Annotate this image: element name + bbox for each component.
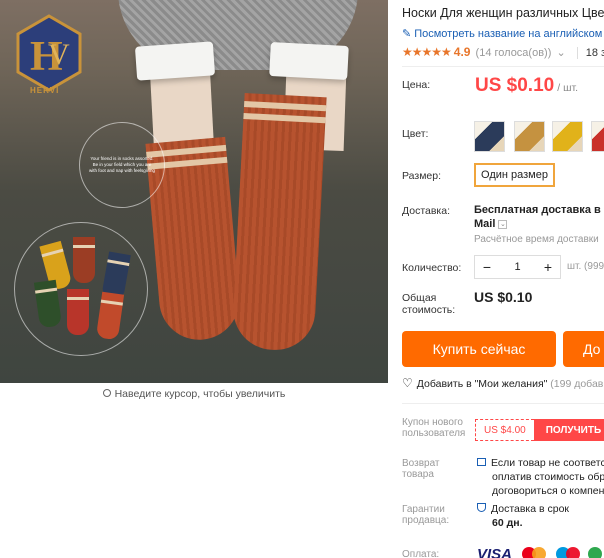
- color-swatch-red[interactable]: [591, 121, 604, 152]
- translate-link[interactable]: ✎ Посмотреть название на английском: [402, 27, 602, 40]
- color-swatch-yellow[interactable]: [552, 121, 583, 152]
- rating-stars-icon: ★★★★★: [402, 45, 452, 59]
- coupon-amount: US $4.00: [475, 419, 534, 441]
- maestro-icon: [556, 547, 580, 558]
- product-main-image[interactable]: Your friend is in socks assorted. Be in …: [0, 0, 388, 383]
- quantity-input[interactable]: 1: [499, 261, 536, 273]
- visa-logo: VISA: [477, 546, 513, 558]
- quantity-minus-button[interactable]: −: [475, 259, 499, 275]
- delivery-estimate: Расчётное время доставки: [474, 234, 599, 245]
- size-label: Размер:: [402, 170, 442, 182]
- svg-text:V: V: [48, 38, 70, 71]
- mastercard-icon: [522, 547, 546, 558]
- translate-icon: ✎: [402, 28, 412, 40]
- returns-text: Если товар не соответс оплатив стоимость…: [477, 456, 604, 498]
- cuff-right: [269, 41, 349, 81]
- product-title: Носки Для женщин различных Цве: [402, 6, 604, 20]
- quantity-stepper[interactable]: − 1 +: [474, 255, 561, 279]
- price-value: US $0.10/ шт.: [475, 75, 579, 96]
- color-swatch-mustard[interactable]: [514, 121, 545, 152]
- payment-label: Оплата:: [402, 549, 440, 558]
- rating-row: ★★★★★ 4.9 (14 голоса(ов)) ⌄ 18 з: [402, 45, 604, 59]
- returns-icon: [477, 458, 486, 466]
- size-option-selected[interactable]: Один размер: [474, 163, 555, 187]
- shipping-method: Бесплатная доставка в R: [474, 204, 604, 216]
- orders-count: 18 з: [576, 47, 604, 59]
- wishlist-link[interactable]: ♡ Добавить в "Мои желания" (199 добав: [402, 376, 603, 390]
- add-to-cart-button[interactable]: До: [563, 331, 604, 367]
- chevron-down-icon[interactable]: ⌄: [498, 219, 508, 229]
- coupon-get-button[interactable]: ПОЛУЧИТЬ: [533, 419, 604, 441]
- quantity-plus-button[interactable]: +: [536, 259, 560, 275]
- divider: [402, 66, 604, 67]
- total-value: US $0.10: [474, 289, 533, 305]
- shipping-label: Доставка:: [402, 205, 451, 217]
- rating-score: 4.9: [453, 45, 471, 59]
- cuff-left: [134, 41, 216, 81]
- sock-right: [231, 93, 327, 352]
- quantity-label: Количество:: [402, 262, 462, 274]
- payment-method-icon: [588, 547, 604, 558]
- rating-votes[interactable]: (14 голоса(ов)): [476, 47, 552, 59]
- shield-icon: [477, 503, 486, 512]
- color-swatch-navy[interactable]: [474, 121, 505, 152]
- quantity-unit: шт. (999: [567, 261, 604, 272]
- image-circle-caption: Your friend is in socks assorted. Be in …: [79, 122, 165, 208]
- zoom-hint: Наведите курсор, чтобы увеличить: [0, 388, 388, 400]
- coupon-label: Купон нового пользователя: [402, 417, 466, 439]
- image-circle-products: [14, 222, 148, 356]
- color-label: Цвет:: [402, 128, 429, 140]
- logo-text: HERVİ: [30, 86, 60, 95]
- returns-label: Возврат товара: [402, 458, 440, 480]
- divider: [402, 403, 604, 404]
- magnifier-icon: [102, 389, 111, 397]
- total-label: Общая стоимость:: [402, 292, 456, 316]
- price-label: Цена:: [402, 79, 431, 91]
- guarantee-label: Гарантии продавца:: [402, 504, 450, 526]
- buy-now-button[interactable]: Купить сейчас: [402, 331, 556, 367]
- coupon-box: US $4.00 ПОЛУЧИТЬ: [475, 419, 604, 441]
- chevron-down-icon[interactable]: ⌄: [556, 47, 565, 59]
- shipping-method-mail[interactable]: Mail ⌄: [474, 218, 508, 230]
- heart-icon: ♡: [402, 376, 413, 390]
- hervi-logo-icon: H V: [16, 14, 82, 92]
- guarantee-text: Доставка в срок 60 дн.: [477, 502, 569, 530]
